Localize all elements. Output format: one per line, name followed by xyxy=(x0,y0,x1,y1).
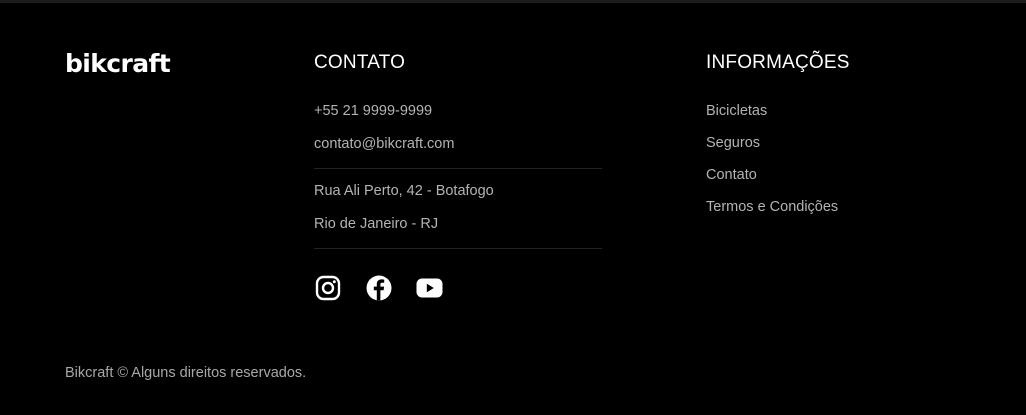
info-link-termos[interactable]: Termos e Condições xyxy=(706,199,966,216)
address-line-1: Rua Ali Perto, 42 - Botafogo xyxy=(314,183,494,199)
copyright: Bikcraft © Alguns direitos reservados. xyxy=(65,365,307,381)
info-link-seguros[interactable]: Seguros xyxy=(706,135,966,152)
address-line-2: Rio de Janeiro - RJ xyxy=(314,216,439,232)
contact-section: CONTATO +55 21 9999-9999 contato@bikcraf… xyxy=(314,52,602,301)
info-link-bicicletas[interactable]: Bicicletas xyxy=(706,103,966,120)
info-section: INFORMAÇÕES Bicicletas Seguros Contato T… xyxy=(706,52,966,231)
divider xyxy=(314,248,602,249)
facebook-icon[interactable] xyxy=(365,274,392,301)
info-title: INFORMAÇÕES xyxy=(706,52,850,73)
contact-list: +55 21 9999-9999 contato@bikcraft.com xyxy=(314,103,602,153)
address-list: Rua Ali Perto, 42 - Botafogo Rio de Jane… xyxy=(314,183,602,233)
logo[interactable]: bikcraft xyxy=(65,49,171,78)
social-links xyxy=(314,274,602,301)
contact-title: CONTATO xyxy=(314,52,406,73)
youtube-icon[interactable] xyxy=(416,274,443,301)
info-link-contato[interactable]: Contato xyxy=(706,167,966,184)
instagram-icon[interactable] xyxy=(314,274,341,301)
contact-email[interactable]: contato@bikcraft.com xyxy=(314,136,602,153)
top-border xyxy=(0,0,1026,3)
divider xyxy=(314,168,602,169)
contact-phone[interactable]: +55 21 9999-9999 xyxy=(314,103,602,120)
